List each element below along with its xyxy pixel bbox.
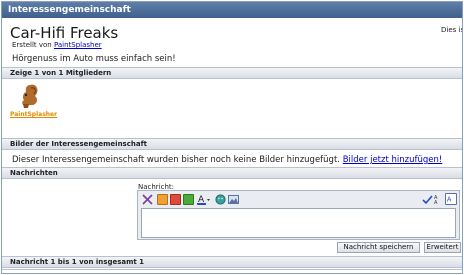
editor-toolbar: A AA A [138, 191, 459, 207]
svg-text:A: A [447, 196, 452, 204]
squirrel-avatar-icon[interactable] [15, 82, 41, 110]
message-count-footer: Nachricht 1 bis 1 von insgesamt 1 [2, 256, 462, 268]
side-note: Dies ist [441, 26, 462, 34]
green-bullet-icon[interactable] [183, 194, 194, 205]
font-size-icon[interactable]: AA [434, 194, 442, 205]
save-message-button[interactable]: Nachricht speichern [337, 242, 420, 253]
pictures-heading: Bilder der Interessengemeinschaft [2, 138, 462, 150]
image-icon[interactable] [228, 194, 239, 205]
advanced-button[interactable]: Erweitert [424, 242, 461, 253]
created-prefix: Erstellt von [12, 41, 52, 49]
red-bullet-icon[interactable] [170, 194, 181, 205]
smiley-icon[interactable] [215, 194, 226, 205]
pictures-info: Dieser Interessengemeinschaft wurden bis… [12, 155, 442, 165]
group-description: Hörgenuss im Auto muss einfach sein! [12, 54, 176, 64]
no-pictures-text: Dieser Interessengemeinschaft wurden bis… [12, 155, 340, 165]
members-heading: Zeige 1 von 1 Mitgliedern [2, 67, 462, 79]
created-by-line: Erstellt von PaintSplasher [12, 41, 102, 49]
message-editor: A AA A [137, 190, 460, 240]
add-pictures-link[interactable]: Bilder jetzt hinzufügen! [343, 155, 443, 165]
special-chars-icon[interactable] [142, 194, 153, 205]
member-name-link[interactable]: PaintSplasher [10, 111, 57, 118]
footer-divider [2, 269, 462, 273]
member-card[interactable]: PaintSplasher [10, 82, 57, 118]
orange-bullet-icon[interactable] [157, 194, 168, 205]
spellcheck-icon[interactable] [422, 194, 433, 205]
creator-link[interactable]: PaintSplasher [54, 41, 102, 49]
font-color-icon[interactable]: A [197, 194, 211, 205]
html-mode-icon[interactable]: A [445, 193, 457, 205]
svg-text:A: A [434, 200, 438, 205]
messages-heading: Nachrichten [2, 167, 462, 179]
page-title: Car-Hifi Freaks [10, 24, 119, 42]
group-panel: Interessengemeinschaft Car-Hifi Freaks E… [1, 1, 463, 274]
window-title-bar: Interessengemeinschaft [2, 2, 462, 18]
message-textarea[interactable] [141, 208, 456, 238]
